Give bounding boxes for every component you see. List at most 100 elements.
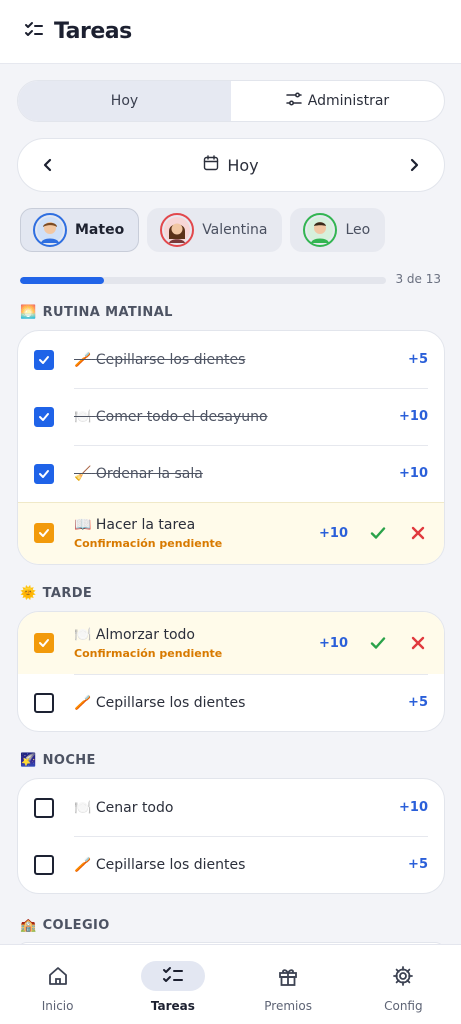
task-card-morning: 🪥 Cepillarse los dientes +5 🍽️ Comer tod… xyxy=(17,330,445,565)
task-row-pending[interactable]: 🍽️ Almorzar todo Confirmación pendiente … xyxy=(18,612,444,674)
section-title-morning: 🌅 RUTINA MATINAL xyxy=(20,305,173,320)
task-row-pending[interactable]: 📖 Hacer la tarea Confirmación pendiente … xyxy=(18,502,444,564)
tab-today[interactable]: Hoy xyxy=(18,81,231,121)
task-points: +10 xyxy=(399,800,428,815)
task-row[interactable]: 🧹 Ordenar la sala +10 xyxy=(18,445,444,502)
kid-selector: Mateo Valentina Leo xyxy=(20,208,386,252)
task-row[interactable]: 🍽️ Cenar todo +10 xyxy=(18,779,444,836)
progress-bar xyxy=(20,277,386,284)
task-row[interactable]: 🍽️ Comer todo el desayuno +10 xyxy=(18,388,444,445)
date-navigator: Hoy xyxy=(17,138,445,192)
task-card-night: 🍽️ Cenar todo +10 🪥 Cepillarse los dient… xyxy=(17,778,445,894)
nav-label: Config xyxy=(384,999,423,1013)
task-name: 🪥 Cepillarse los dientes xyxy=(74,856,246,873)
nav-tasks[interactable]: Tareas xyxy=(115,945,230,1024)
reject-close-icon[interactable] xyxy=(408,633,428,653)
toothbrush-icon: 🪥 xyxy=(74,351,92,368)
bottom-nav: Inicio Tareas Premios Config xyxy=(0,944,461,1024)
checkbox[interactable] xyxy=(34,854,54,875)
task-points: +5 xyxy=(408,352,428,367)
checkbox[interactable] xyxy=(34,633,54,653)
toothbrush-icon: 🪥 xyxy=(74,694,92,711)
kid-name: Leo xyxy=(345,222,371,238)
progress-text: 3 de 13 xyxy=(395,272,441,286)
tab-manage-label: Administrar xyxy=(307,93,390,109)
gear-icon xyxy=(371,961,435,991)
task-points: +5 xyxy=(408,695,428,710)
night-icon: 🌠 xyxy=(20,753,37,768)
approve-check-icon[interactable] xyxy=(368,633,388,653)
avatar xyxy=(303,213,338,247)
plate-icon: 🍽️ xyxy=(74,799,92,816)
chevron-right-icon[interactable] xyxy=(402,153,426,177)
nav-label: Premios xyxy=(264,999,312,1013)
section-label: COLEGIO xyxy=(42,918,110,933)
broom-icon: 🧹 xyxy=(74,465,92,482)
task-row[interactable]: 🪥 Cepillarse los dientes +5 xyxy=(18,836,444,893)
section-title-afternoon: 🌞 TARDE xyxy=(20,586,92,601)
nav-rewards[interactable]: Premios xyxy=(231,945,346,1024)
nav-label: Tareas xyxy=(150,999,195,1013)
nav-home[interactable]: Inicio xyxy=(0,945,115,1024)
gift-icon xyxy=(256,961,320,991)
avatar xyxy=(160,213,195,247)
sunrise-icon: 🌅 xyxy=(20,305,37,320)
chevron-left-icon[interactable] xyxy=(36,153,60,177)
checklist-icon xyxy=(24,20,44,44)
app-header: Tareas xyxy=(0,0,461,64)
school-icon: 🏫 xyxy=(20,918,37,933)
kid-chip-valentina[interactable]: Valentina xyxy=(147,208,283,252)
task-row[interactable]: 🪥 Cepillarse los dientes +5 xyxy=(18,331,444,388)
sliders-icon xyxy=(286,91,302,111)
task-card-afternoon: 🍽️ Almorzar todo Confirmación pendiente … xyxy=(17,611,445,732)
calendar-icon xyxy=(203,155,219,175)
section-label: RUTINA MATINAL xyxy=(42,305,173,320)
checkbox[interactable] xyxy=(34,692,54,713)
current-date: Hoy xyxy=(203,155,259,175)
tab-manage[interactable]: Administrar xyxy=(231,81,444,121)
plate-icon: 🍽️ xyxy=(74,626,92,643)
sun-icon: 🌞 xyxy=(20,586,37,601)
plate-icon: 🍽️ xyxy=(74,408,92,425)
checkbox[interactable] xyxy=(34,349,54,370)
task-name: 🧹 Ordenar la sala xyxy=(74,465,203,482)
task-points: +10 xyxy=(399,466,428,481)
task-name: 🍽️ Cenar todo xyxy=(74,799,174,816)
tasks-icon xyxy=(140,961,205,991)
task-points: +10 xyxy=(319,635,348,651)
section-title-night: 🌠 NOCHE xyxy=(20,753,96,768)
section-title-school: 🏫 COLEGIO xyxy=(20,918,110,933)
pending-status: Confirmación pendiente xyxy=(74,646,223,660)
date-label: Hoy xyxy=(227,155,259,175)
task-name: 🪥 Cepillarse los dientes xyxy=(74,351,246,368)
checkbox[interactable] xyxy=(34,523,54,543)
progress-fill xyxy=(20,277,105,284)
pending-status: Confirmación pendiente xyxy=(74,536,223,550)
kid-chip-mateo[interactable]: Mateo xyxy=(20,208,140,252)
checkbox[interactable] xyxy=(34,463,54,484)
home-icon xyxy=(26,961,90,991)
tab-today-label: Hoy xyxy=(110,93,139,109)
checkbox[interactable] xyxy=(34,797,54,818)
task-row[interactable]: 🪥 Cepillarse los dientes +5 xyxy=(18,674,444,731)
task-name: 🍽️ Comer todo el desayuno xyxy=(74,408,268,425)
kid-chip-leo[interactable]: Leo xyxy=(290,208,386,252)
task-points: +5 xyxy=(408,857,428,872)
book-icon: 📖 xyxy=(74,516,92,533)
page-title: Tareas xyxy=(54,19,132,44)
reject-close-icon[interactable] xyxy=(408,523,428,543)
nav-settings[interactable]: Config xyxy=(346,945,461,1024)
task-name: 🪥 Cepillarse los dientes xyxy=(74,694,246,711)
kid-name: Mateo xyxy=(75,222,125,238)
task-points: +10 xyxy=(399,409,428,424)
task-name: 🍽️ Almorzar todo xyxy=(74,626,195,643)
approve-check-icon[interactable] xyxy=(368,523,388,543)
section-label: TARDE xyxy=(42,586,93,601)
checkbox[interactable] xyxy=(34,406,54,427)
task-points: +10 xyxy=(319,525,348,541)
kid-name: Valentina xyxy=(202,222,268,238)
toothbrush-icon: 🪥 xyxy=(74,856,92,873)
nav-label: Inicio xyxy=(41,999,74,1013)
section-label: NOCHE xyxy=(42,753,96,768)
avatar xyxy=(33,213,67,247)
